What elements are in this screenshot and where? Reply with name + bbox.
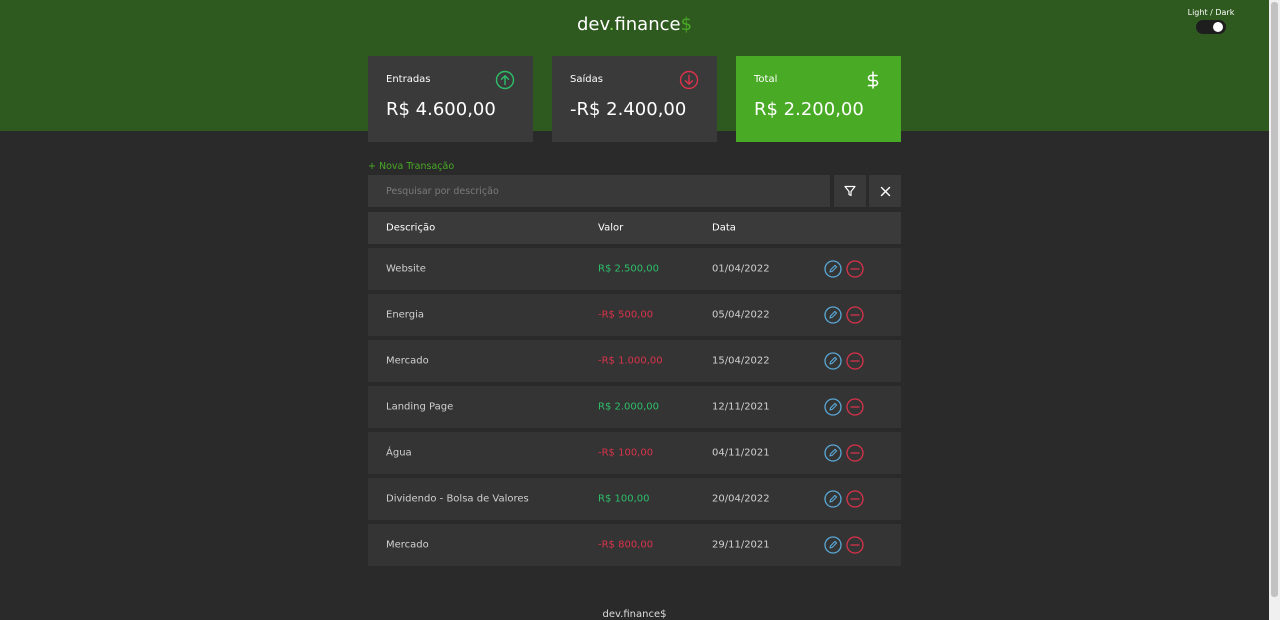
remove-icon[interactable] (846, 536, 864, 554)
row-actions (824, 260, 864, 278)
header-value: Valor (598, 222, 624, 234)
remove-icon[interactable] (846, 444, 864, 462)
header-date: Data (712, 222, 736, 234)
switch-knob (1213, 22, 1223, 32)
expense-card: Saídas -R$ 2.400,00 (552, 56, 717, 142)
theme-toggle-label: Light / Dark (1187, 8, 1235, 17)
income-card-amount: R$ 4.600,00 (386, 99, 496, 120)
row-actions (824, 444, 864, 462)
row-value: -R$ 500,00 (598, 309, 654, 321)
filter-button[interactable] (834, 175, 866, 207)
table-row: Dividendo - Bolsa de Valores R$ 100,00 20/… (368, 478, 901, 520)
table-row: Website R$ 2.500,00 01/04/2022 (368, 248, 901, 290)
arrow-up-circle-icon (495, 70, 515, 90)
close-icon (880, 186, 890, 196)
scrollbar[interactable] (1269, 0, 1280, 620)
row-value: -R$ 800,00 (598, 539, 654, 551)
row-date: 20/04/2022 (712, 493, 770, 505)
row-date: 01/04/2022 (712, 263, 770, 275)
remove-icon[interactable] (846, 490, 864, 508)
edit-icon[interactable] (824, 444, 842, 462)
remove-icon[interactable] (846, 352, 864, 370)
theme-toggle[interactable]: Light / Dark (1186, 8, 1236, 34)
footer: dev.finance$ (602, 609, 667, 620)
new-transaction-link[interactable]: + Nova Transação (368, 161, 454, 172)
edit-icon[interactable] (824, 260, 842, 278)
row-description: Mercado (386, 355, 429, 367)
row-description: Dividendo - Bolsa de Valores (386, 493, 529, 505)
arrow-down-circle-icon (679, 70, 699, 90)
summary-cards: Entradas R$ 4.600,00 Saídas -R$ 2.400,00… (368, 56, 901, 142)
row-value: R$ 2.500,00 (598, 263, 660, 275)
expense-card-amount: -R$ 2.400,00 (570, 99, 687, 120)
row-date: 29/11/2021 (712, 539, 770, 551)
clear-search-button[interactable] (869, 175, 901, 207)
transactions-table: Descrição Valor Data Website R$ 2.500,00 0… (368, 212, 901, 566)
edit-icon[interactable] (824, 536, 842, 554)
row-actions (824, 306, 864, 324)
remove-icon[interactable] (846, 306, 864, 324)
row-value: -R$ 1.000,00 (598, 355, 663, 367)
total-card: Total R$ 2.200,00 (736, 56, 901, 142)
row-value: -R$ 100,00 (598, 447, 654, 459)
row-date: 04/11/2021 (712, 447, 770, 459)
row-description: Mercado (386, 539, 429, 551)
header-description: Descrição (386, 222, 436, 234)
row-description: Água (386, 447, 412, 459)
row-description: Website (386, 263, 426, 275)
income-card: Entradas R$ 4.600,00 (368, 56, 533, 142)
table-row: Mercado -R$ 1.000,00 15/04/2022 (368, 340, 901, 382)
row-actions (824, 398, 864, 416)
edit-icon[interactable] (824, 352, 842, 370)
table-row: Mercado -R$ 800,00 29/11/2021 (368, 524, 901, 566)
dollar-icon (867, 71, 879, 89)
row-description: Energia (386, 309, 424, 321)
table-row: Água -R$ 100,00 04/11/2021 (368, 432, 901, 474)
total-card-amount: R$ 2.200,00 (754, 99, 864, 120)
table-row: Landing Page R$ 2.000,00 12/11/2021 (368, 386, 901, 428)
theme-switch[interactable] (1196, 20, 1226, 34)
row-description: Landing Page (386, 401, 454, 413)
row-actions (824, 490, 864, 508)
row-date: 12/11/2021 (712, 401, 770, 413)
edit-icon[interactable] (824, 306, 842, 324)
row-date: 05/04/2022 (712, 309, 770, 321)
row-date: 15/04/2022 (712, 355, 770, 367)
search-input[interactable] (368, 175, 830, 207)
remove-icon[interactable] (846, 398, 864, 416)
row-actions (824, 352, 864, 370)
remove-icon[interactable] (846, 260, 864, 278)
filter-icon (844, 185, 856, 197)
row-actions (824, 536, 864, 554)
row-value: R$ 100,00 (598, 493, 650, 505)
table-row: Energia -R$ 500,00 05/04/2022 (368, 294, 901, 336)
logo: dev.finance$ (576, 14, 693, 35)
row-value: R$ 2.000,00 (598, 401, 660, 413)
table-header: Descrição Valor Data (368, 212, 901, 244)
edit-icon[interactable] (824, 398, 842, 416)
edit-icon[interactable] (824, 490, 842, 508)
scrollbar-thumb[interactable] (1271, 2, 1278, 597)
